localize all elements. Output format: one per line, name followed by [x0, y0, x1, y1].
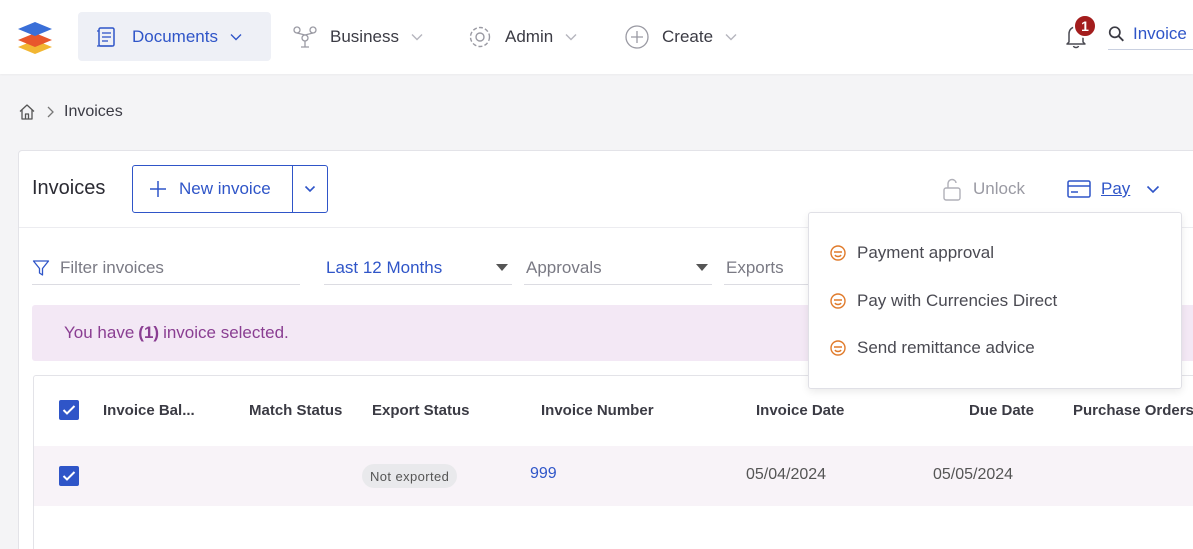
- top-navigation-bar: Documents Business Admin Create 1: [0, 0, 1193, 74]
- unlock-label: Unlock: [973, 179, 1025, 198]
- nav-business-label: Business: [330, 26, 399, 46]
- documents-icon: [94, 24, 120, 50]
- chevron-down-icon: [565, 33, 577, 40]
- table-row[interactable]: Not exported 999 05/04/2024 05/05/2024: [34, 446, 1193, 506]
- period-select-value: Last 12 Months: [326, 257, 443, 277]
- exports-select[interactable]: Exports: [724, 251, 814, 285]
- lock-open-icon: [943, 178, 961, 201]
- currencies-direct-icon: [830, 245, 846, 261]
- notification-badge: 1: [1073, 14, 1097, 38]
- nav-admin-label: Admin: [505, 26, 554, 46]
- menu-item-send-remittance-advice[interactable]: Send remittance advice: [829, 334, 1035, 362]
- page-title: Invoices: [32, 177, 106, 199]
- nav-documents[interactable]: Documents: [78, 12, 271, 61]
- business-icon: [292, 24, 318, 50]
- chevron-down-icon: [411, 33, 423, 40]
- due-date-cell: 05/05/2024: [933, 466, 1014, 483]
- home-icon[interactable]: [18, 103, 36, 121]
- export-status-badge: Not exported: [362, 464, 458, 488]
- column-header-match-status[interactable]: Match Status: [249, 402, 342, 419]
- nav-documents-label: Documents: [132, 26, 218, 46]
- approvals-select[interactable]: Approvals: [524, 251, 712, 285]
- menu-item-label: Payment approval: [857, 243, 995, 262]
- chevron-down-icon: [725, 33, 737, 40]
- filter-box: [32, 251, 300, 285]
- chevron-right-icon: [47, 106, 54, 118]
- menu-item-payment-approval[interactable]: Payment approval: [829, 239, 994, 267]
- column-header-invoice-balance[interactable]: Invoice Bal...: [103, 402, 195, 419]
- new-invoice-button[interactable]: New invoice: [133, 166, 292, 212]
- pay-label: Pay: [1101, 179, 1131, 198]
- row-checkbox[interactable]: [59, 466, 79, 486]
- nav-create[interactable]: Create: [624, 12, 737, 61]
- column-header-due-date[interactable]: Due Date: [969, 402, 1034, 419]
- currencies-direct-icon: [830, 293, 846, 309]
- plus-icon: [150, 181, 166, 197]
- new-invoice-label: New invoice: [179, 179, 271, 198]
- unlock-button[interactable]: Unlock: [941, 175, 1025, 203]
- nav-create-label: Create: [662, 26, 714, 46]
- caret-down-icon: [696, 264, 708, 271]
- column-header-export-status[interactable]: Export Status: [372, 402, 470, 419]
- filter-invoices-input[interactable]: [60, 257, 290, 278]
- search-icon: [1108, 25, 1124, 41]
- new-invoice-split-button: New invoice: [132, 165, 328, 213]
- breadcrumb: Invoices: [18, 100, 123, 124]
- invoices-table: Invoice Bal... Match Status Export Statu…: [33, 375, 1193, 549]
- column-header-invoice-date[interactable]: Invoice Date: [756, 402, 844, 419]
- selection-prefix: You have: [64, 323, 135, 342]
- invoice-number-link[interactable]: 999: [530, 465, 557, 483]
- invoice-date-cell: 05/04/2024: [746, 466, 827, 483]
- selection-count: (1): [138, 323, 160, 342]
- period-select[interactable]: Last 12 Months: [324, 251, 512, 285]
- menu-item-pay-currencies-direct[interactable]: Pay with Currencies Direct: [829, 287, 1057, 315]
- column-header-invoice-number[interactable]: Invoice Number: [541, 402, 654, 419]
- search-box: [1108, 18, 1193, 50]
- new-invoice-dropdown-toggle[interactable]: [292, 166, 327, 212]
- menu-item-label: Send remittance advice: [857, 338, 1035, 357]
- column-header-purchase-orders[interactable]: Purchase Orders: [1073, 402, 1193, 419]
- check-icon: [62, 405, 76, 415]
- caret-down-icon: [496, 264, 508, 271]
- pay-dropdown-menu: Payment approval Pay with Currencies Dir…: [808, 212, 1182, 389]
- app-logo-icon[interactable]: [16, 18, 54, 56]
- exports-select-value: Exports: [726, 257, 784, 277]
- nav-admin[interactable]: Admin: [467, 12, 577, 61]
- chevron-down-icon: [230, 33, 242, 40]
- check-icon: [62, 471, 76, 481]
- chevron-down-icon: [305, 185, 316, 193]
- credit-card-icon: [1067, 180, 1091, 198]
- menu-item-label: Pay with Currencies Direct: [857, 291, 1058, 310]
- breadcrumb-current: Invoices: [64, 103, 123, 120]
- nav-business[interactable]: Business: [292, 12, 423, 61]
- select-all-checkbox[interactable]: [59, 400, 79, 420]
- search-input[interactable]: [1133, 23, 1193, 44]
- plus-circle-icon: [624, 24, 650, 50]
- pay-dropdown-button[interactable]: Pay: [1067, 175, 1160, 203]
- selection-suffix: invoice selected.: [163, 323, 289, 342]
- currencies-direct-icon: [830, 340, 846, 356]
- approvals-select-value: Approvals: [526, 257, 602, 277]
- gear-icon: [467, 24, 493, 50]
- filter-icon: [32, 259, 50, 276]
- chevron-down-icon: [1147, 185, 1160, 193]
